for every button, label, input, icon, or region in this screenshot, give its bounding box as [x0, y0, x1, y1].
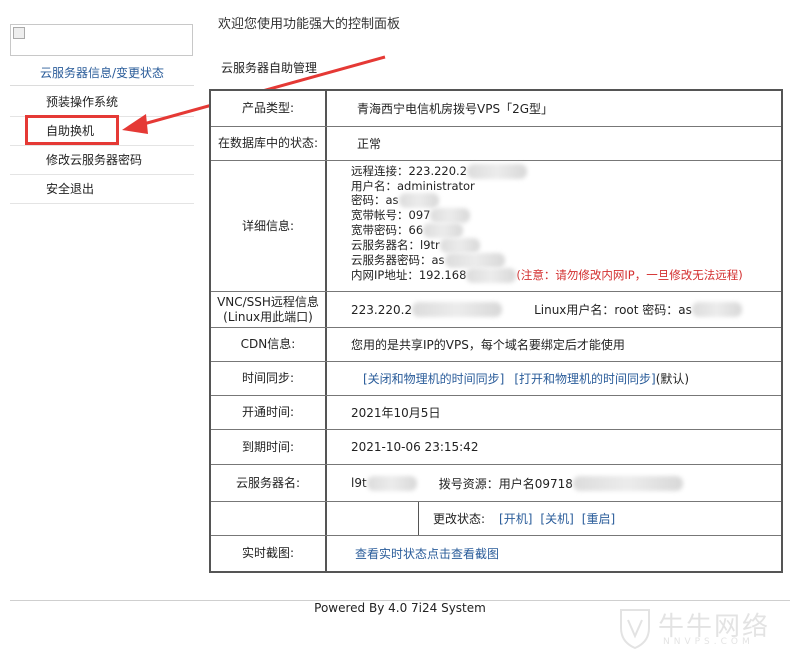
open-time-value: 2021年10月5日 — [351, 406, 441, 420]
table-row: CDN信息: 您用的是共享IP的VPS，每个域名要绑定后才能使用 — [211, 328, 781, 362]
dial-resource: 拨号资源：用户名09718 — [438, 476, 573, 491]
redacted-block — [412, 302, 503, 317]
vnc-linux-credentials: Linux用户名：root 密码：as — [534, 303, 692, 317]
detail-username: 用户名：administrator — [351, 179, 475, 193]
redacted-block — [467, 164, 528, 179]
redacted-block — [423, 223, 464, 238]
screenshot-label: 实时截图: — [211, 536, 327, 571]
table-row: 云服务器名: l9t 拨号资源：用户名09718 — [211, 465, 781, 502]
server-name-label: 云服务器名: — [211, 465, 327, 501]
power-off-link[interactable]: [关机] — [540, 510, 573, 527]
lan-ip-warning: (注意：请勿修改内网IP，一旦修改无法远程) — [516, 268, 743, 282]
change-status-label: 更改状态: — [433, 512, 486, 526]
logo-image — [10, 24, 193, 56]
restart-link[interactable]: [重启] — [582, 510, 615, 527]
cdn-label: CDN信息: — [211, 328, 327, 361]
detail-lan-ip: 内网IP地址：192.168 (注意：请勿修改内网IP，一旦修改无法远程) — [351, 268, 743, 283]
power-on-link[interactable]: [开机] — [499, 510, 532, 527]
detail-server-password: 云服务器密码：as — [351, 253, 743, 268]
redacted-block — [439, 238, 480, 253]
detail-broadband-account: 宽带帐号：097 — [351, 208, 743, 223]
detail-remote: 远程连接：223.220.2 — [351, 164, 743, 179]
time-sync-default: (默认) — [655, 372, 690, 386]
table-row: 到期时间: 2021-10-06 23:15:42 — [211, 430, 781, 465]
time-sync-label: 时间同步: — [211, 362, 327, 395]
table-row: 开通时间: 2021年10月5日 — [211, 396, 781, 430]
redacted-block — [572, 475, 683, 491]
product-type-value: 青海西宁电信机房拨号VPS「2G型」 — [357, 102, 553, 116]
redacted-block — [398, 193, 439, 208]
expire-time-label: 到期时间: — [211, 430, 327, 464]
watermark-shield-icon — [620, 609, 650, 650]
server-info-table: 产品类型: 青海西宁电信机房拨号VPS「2G型」 在数据库中的状态: 正常 详细… — [209, 89, 783, 573]
empty-label-cell — [211, 502, 327, 535]
table-row: 详细信息: 远程连接：223.220.2 用户名：administrator 密… — [211, 161, 781, 292]
product-type-label: 产品类型: — [211, 91, 327, 126]
server-name-value: l9t — [351, 476, 367, 490]
broken-image-icon — [13, 27, 25, 39]
detail-info-list: 远程连接：223.220.2 用户名：administrator 密码：as 宽… — [351, 164, 743, 283]
expire-time-value: 2021-10-06 23:15:42 — [351, 440, 479, 454]
redacted-block — [466, 268, 517, 283]
sidebar-item-change-password[interactable]: 修改云服务器密码 — [10, 146, 194, 175]
detail-info-label: 详细信息: — [211, 161, 327, 291]
redacted-block — [444, 253, 505, 268]
cell-divider — [418, 502, 419, 535]
db-status-label: 在数据库中的状态: — [211, 127, 327, 160]
screenshot-cell: 查看实时状态点击查看截图 — [327, 536, 781, 571]
sidebar-item-self-swap[interactable]: 自助换机 — [10, 117, 194, 146]
time-sync-on-link[interactable]: [打开和物理机的时间同步] — [514, 370, 655, 387]
server-name-cell: l9t 拨号资源：用户名09718 — [327, 465, 781, 501]
redacted-block — [366, 475, 417, 491]
redacted-block — [691, 302, 742, 317]
sidebar-title-link[interactable]: 云服务器信息/变更状态 — [10, 63, 194, 86]
screenshot-link[interactable]: 查看实时状态点击查看截图 — [355, 545, 499, 562]
cdn-value: 您用的是共享IP的VPS，每个域名要绑定后才能使用 — [351, 338, 625, 352]
sidebar-item-preinstall-os[interactable]: 预装操作系统 — [10, 88, 194, 117]
welcome-text: 欢迎您使用功能强大的控制面板 — [218, 17, 401, 32]
redacted-block — [430, 208, 471, 223]
table-row: 实时截图: 查看实时状态点击查看截图 — [211, 536, 781, 571]
table-row: 在数据库中的状态: 正常 — [211, 127, 781, 161]
vnc-ip: 223.220.2 — [351, 302, 413, 317]
table-row: 更改状态: [开机] [关机] [重启] — [211, 502, 781, 536]
open-time-label: 开通时间: — [211, 396, 327, 429]
detail-password: 密码：as — [351, 193, 743, 208]
table-row: 产品类型: 青海西宁电信机房拨号VPS「2G型」 — [211, 91, 781, 127]
db-status-value: 正常 — [357, 137, 382, 151]
vnc-label: VNC/SSH远程信息(Linux用此端口) — [211, 292, 327, 327]
table-row: 时间同步: [关闭和物理机的时间同步] [打开和物理机的时间同步] (默认) — [211, 362, 781, 396]
detail-broadband-password: 宽带密码：66 — [351, 223, 743, 238]
time-sync-cell: [关闭和物理机的时间同步] [打开和物理机的时间同步] (默认) — [327, 362, 781, 395]
watermark-logo: 牛牛网络 NNVPS.COM — [615, 606, 785, 650]
sidebar-item-logout[interactable]: 安全退出 — [10, 175, 194, 204]
watermark-subtext: NNVPS.COM — [663, 637, 754, 647]
page-subtitle: 云服务器自助管理 — [221, 61, 318, 75]
vnc-value-cell: 223.220.2 Linux用户名：root 密码：as — [327, 292, 781, 327]
change-status-cell: 更改状态: [开机] [关机] [重启] — [433, 502, 781, 535]
table-row: VNC/SSH远程信息(Linux用此端口) 223.220.2 Linux用户… — [211, 292, 781, 328]
time-sync-off-link[interactable]: [关闭和物理机的时间同步] — [363, 370, 504, 387]
detail-server-name: 云服务器名：l9tr — [351, 238, 743, 253]
